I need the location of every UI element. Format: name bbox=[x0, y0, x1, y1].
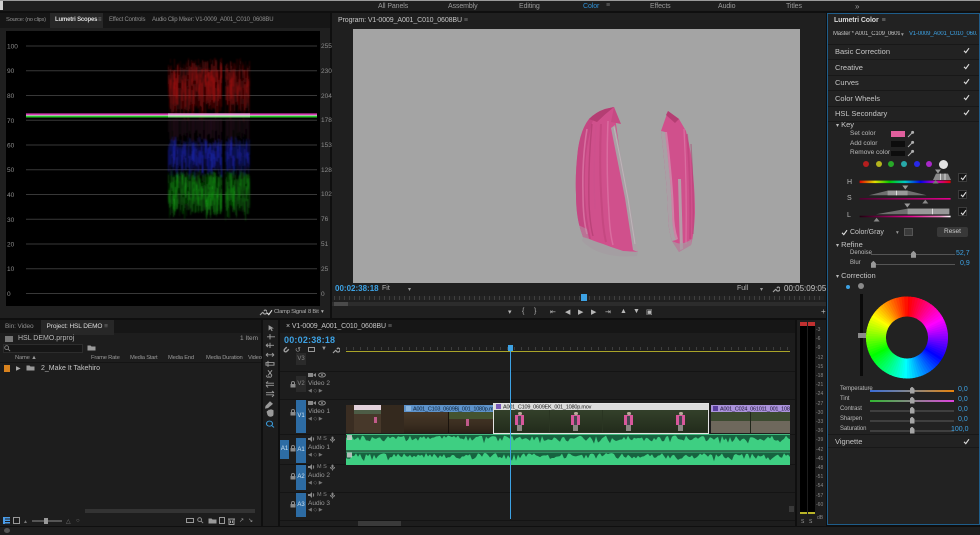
svg-text:100: 100 bbox=[7, 44, 18, 51]
svg-text:20: 20 bbox=[7, 242, 15, 249]
svg-text:0: 0 bbox=[7, 291, 11, 298]
svg-text:40: 40 bbox=[7, 192, 15, 199]
svg-text:70: 70 bbox=[7, 118, 15, 125]
svg-text:90: 90 bbox=[7, 68, 15, 75]
svg-text:50: 50 bbox=[7, 167, 15, 174]
svg-text:60: 60 bbox=[7, 143, 15, 150]
svg-text:L: L bbox=[847, 212, 851, 219]
svg-text:80: 80 bbox=[7, 93, 15, 100]
svg-text:S: S bbox=[847, 195, 852, 202]
svg-text:10: 10 bbox=[7, 266, 15, 273]
svg-text:H: H bbox=[847, 179, 852, 186]
svg-text:30: 30 bbox=[7, 217, 15, 224]
